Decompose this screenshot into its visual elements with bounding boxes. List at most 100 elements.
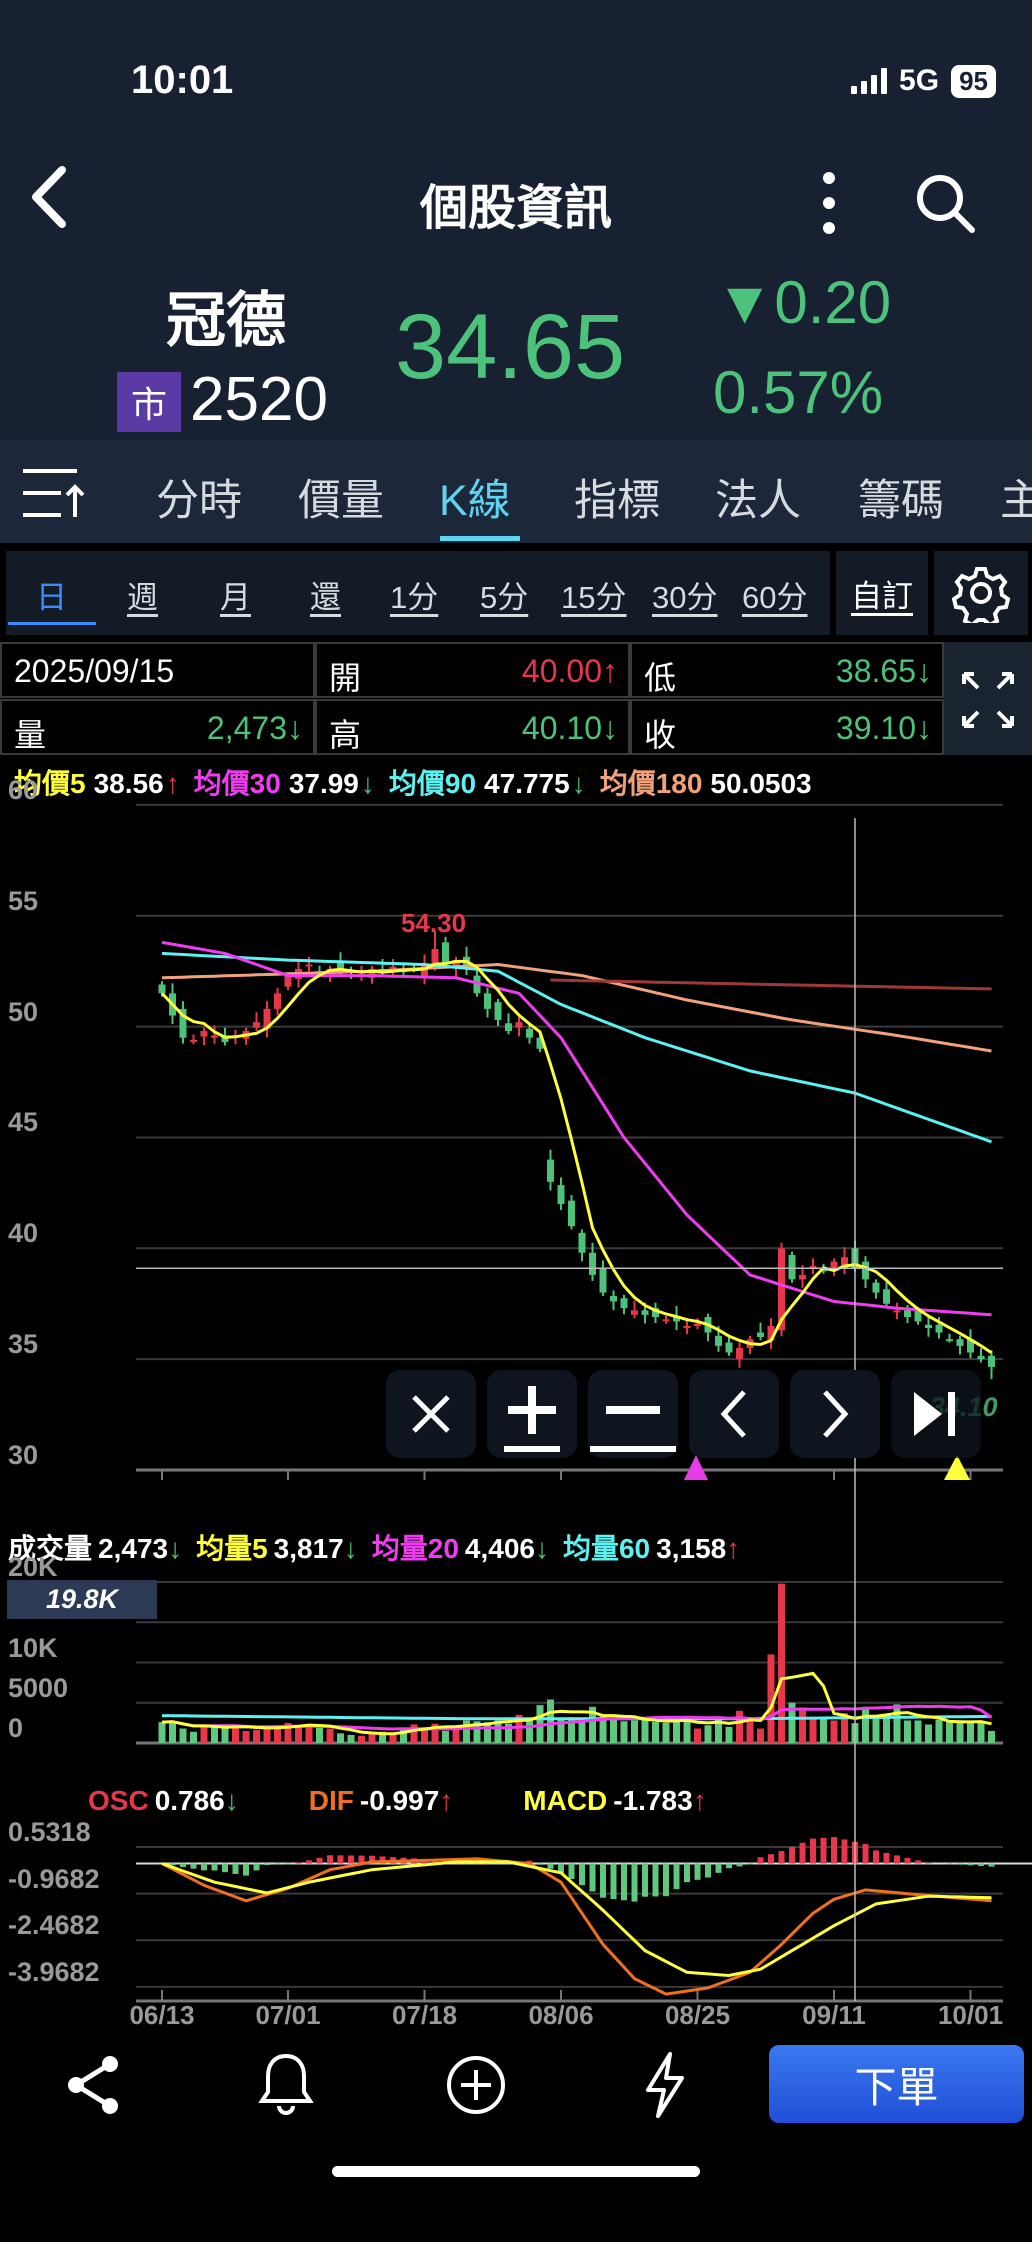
- osc-bar: [348, 1855, 354, 1864]
- price-axis-label: 40: [8, 1218, 39, 1249]
- volume-legend: 成交量 2,473↓ 均量5 3,817↓ 均量20 4,406↓ 均量60 3,158↑: [8, 1527, 754, 1567]
- candle: [893, 1310, 901, 1313]
- legend-arrow: ↓: [224, 1785, 239, 1816]
- candle: [568, 1200, 575, 1227]
- zoom-out-button[interactable]: [588, 1370, 678, 1458]
- candle: [442, 942, 449, 965]
- legend-arrow: ↓: [168, 1533, 183, 1564]
- candle: [557, 1185, 565, 1204]
- volume-bar: [704, 1725, 712, 1743]
- volume-bar: [872, 1717, 880, 1743]
- osc-bar: [295, 1862, 302, 1864]
- legend-arrow: ↓: [534, 1533, 549, 1564]
- candle: [284, 975, 292, 987]
- volume-bar: [169, 1721, 176, 1743]
- volume-bar: [347, 1734, 355, 1743]
- legend-label: 均量60: [562, 1533, 651, 1564]
- zoom-in-button[interactable]: [487, 1370, 577, 1458]
- candle: [736, 1348, 743, 1360]
- osc-bar: [789, 1846, 795, 1864]
- lightning-icon[interactable]: [630, 2050, 700, 2120]
- osc-bar: [925, 1862, 932, 1864]
- osc-bar: [757, 1857, 764, 1864]
- macd-axis-label: 0.5318: [8, 1816, 91, 1847]
- osc-bar: [537, 1863, 543, 1865]
- price-axis-label: 45: [8, 1107, 39, 1138]
- osc-bar: [978, 1863, 984, 1866]
- candle: [641, 1310, 649, 1315]
- volume-bar: [242, 1730, 250, 1743]
- volume-bar: [830, 1720, 838, 1743]
- add-circle-icon[interactable]: [441, 2050, 511, 2120]
- volume-bar: [158, 1722, 166, 1743]
- volume-bar: [641, 1718, 649, 1743]
- candle: [904, 1310, 911, 1318]
- ma30-line: [161, 940, 992, 1317]
- osc-bar: [883, 1852, 890, 1864]
- osc-bar: [862, 1844, 869, 1864]
- volume-bar: [526, 1718, 533, 1743]
- macd-axis-label: -0.9682: [8, 1863, 100, 1894]
- scroll-left-button[interactable]: [689, 1370, 779, 1458]
- candle: [683, 1325, 691, 1329]
- osc-bar: [820, 1837, 827, 1864]
- date-label: 08/06: [528, 2000, 594, 2030]
- candle: [494, 1002, 502, 1020]
- kline-chart[interactable]: [0, 0, 1032, 2242]
- volume-bar: [337, 1733, 344, 1743]
- volume-bar: [925, 1724, 932, 1743]
- osc-bar: [904, 1857, 911, 1864]
- date-label: 06/13: [129, 2000, 195, 2030]
- candle: [253, 1022, 260, 1028]
- volume-bar: [179, 1728, 187, 1743]
- minus-icon: [590, 1406, 676, 1452]
- candle: [631, 1310, 638, 1315]
- volume-axis-label: 20K: [8, 1552, 58, 1582]
- volume-bar: [358, 1735, 365, 1743]
- legend-arrow: ↓: [343, 1533, 358, 1564]
- share-icon[interactable]: [60, 2050, 130, 2120]
- high-price-label: 54.30: [401, 908, 467, 938]
- legend-label: 均量5: [196, 1533, 268, 1564]
- osc-bar: [768, 1854, 774, 1864]
- date-label: 08/25: [664, 2000, 731, 2030]
- macd-legend: OSC 0.786↓ DIF -0.997↑ MACD -1.783↑: [88, 1785, 988, 1817]
- candle: [925, 1324, 932, 1329]
- osc-bar: [967, 1863, 974, 1866]
- signal-marker-magenta: [684, 1455, 708, 1480]
- candle: [599, 1268, 607, 1293]
- place-order-button[interactable]: 下單: [769, 2045, 1024, 2123]
- candle: [799, 1274, 806, 1280]
- close-chart-button[interactable]: [386, 1370, 476, 1458]
- jump-to-latest-button[interactable]: [891, 1370, 981, 1458]
- volume-bar: [935, 1719, 943, 1743]
- volume-bar: [442, 1730, 449, 1743]
- candle: [988, 1355, 995, 1367]
- scroll-right-button[interactable]: [790, 1370, 880, 1458]
- osc-bar: [243, 1863, 249, 1876]
- osc-bar: [841, 1839, 848, 1864]
- volume-axis-label: 5000: [8, 1672, 69, 1703]
- candle: [190, 1039, 197, 1042]
- candle: [935, 1324, 943, 1333]
- candle: [526, 1028, 533, 1038]
- candle: [872, 1282, 880, 1293]
- osc-bar: [306, 1860, 312, 1864]
- osc-bar: [642, 1863, 648, 1897]
- osc-bar: [778, 1851, 785, 1864]
- volume-bar: [757, 1728, 764, 1743]
- osc-bar: [222, 1863, 228, 1873]
- osc-bar: [673, 1863, 680, 1890]
- candle: [484, 993, 491, 1009]
- volume-bar: [946, 1722, 953, 1743]
- chevron-right-icon: [823, 1390, 849, 1438]
- osc-bar: [736, 1863, 743, 1867]
- volume-bar: [463, 1720, 470, 1743]
- volume-bar: [652, 1722, 659, 1743]
- plus-icon: [504, 1386, 560, 1452]
- candle: [956, 1339, 964, 1346]
- volume-max-badge: 19.8K: [7, 1580, 157, 1619]
- osc-bar: [957, 1863, 963, 1865]
- bell-icon[interactable]: [251, 2050, 321, 2120]
- volume-bar: [967, 1721, 974, 1743]
